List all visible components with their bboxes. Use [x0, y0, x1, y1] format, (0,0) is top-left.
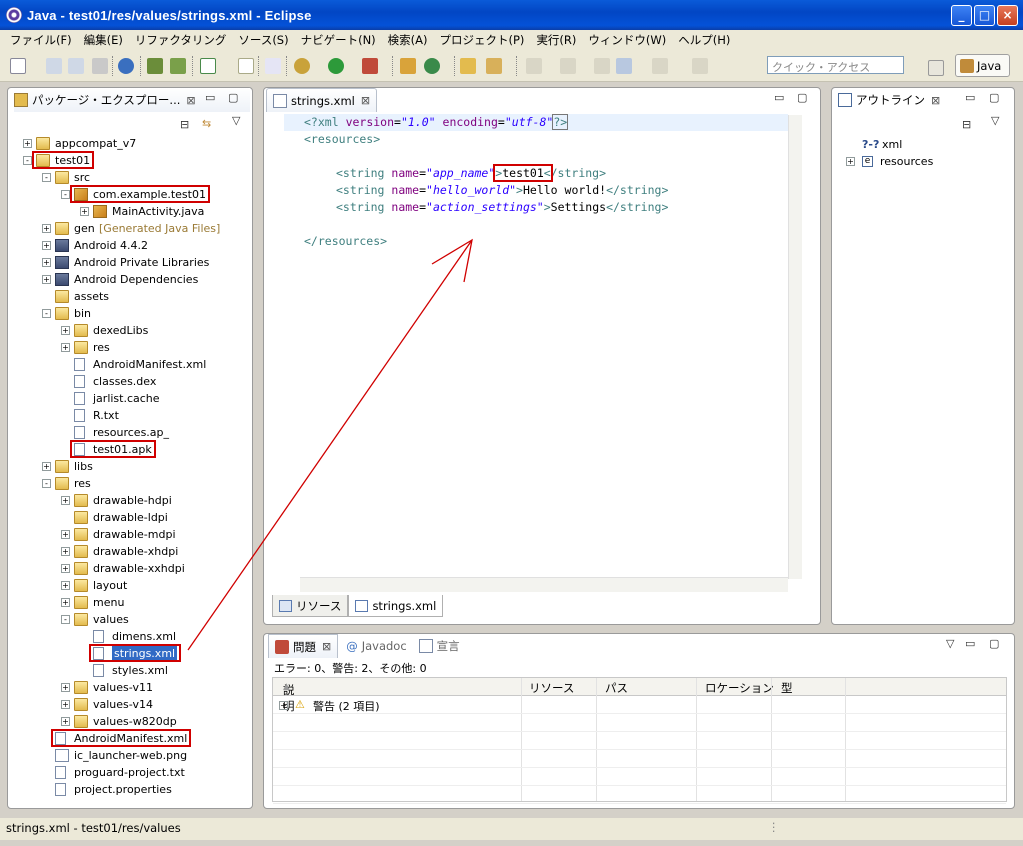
annotation-arrow	[187, 238, 473, 651]
